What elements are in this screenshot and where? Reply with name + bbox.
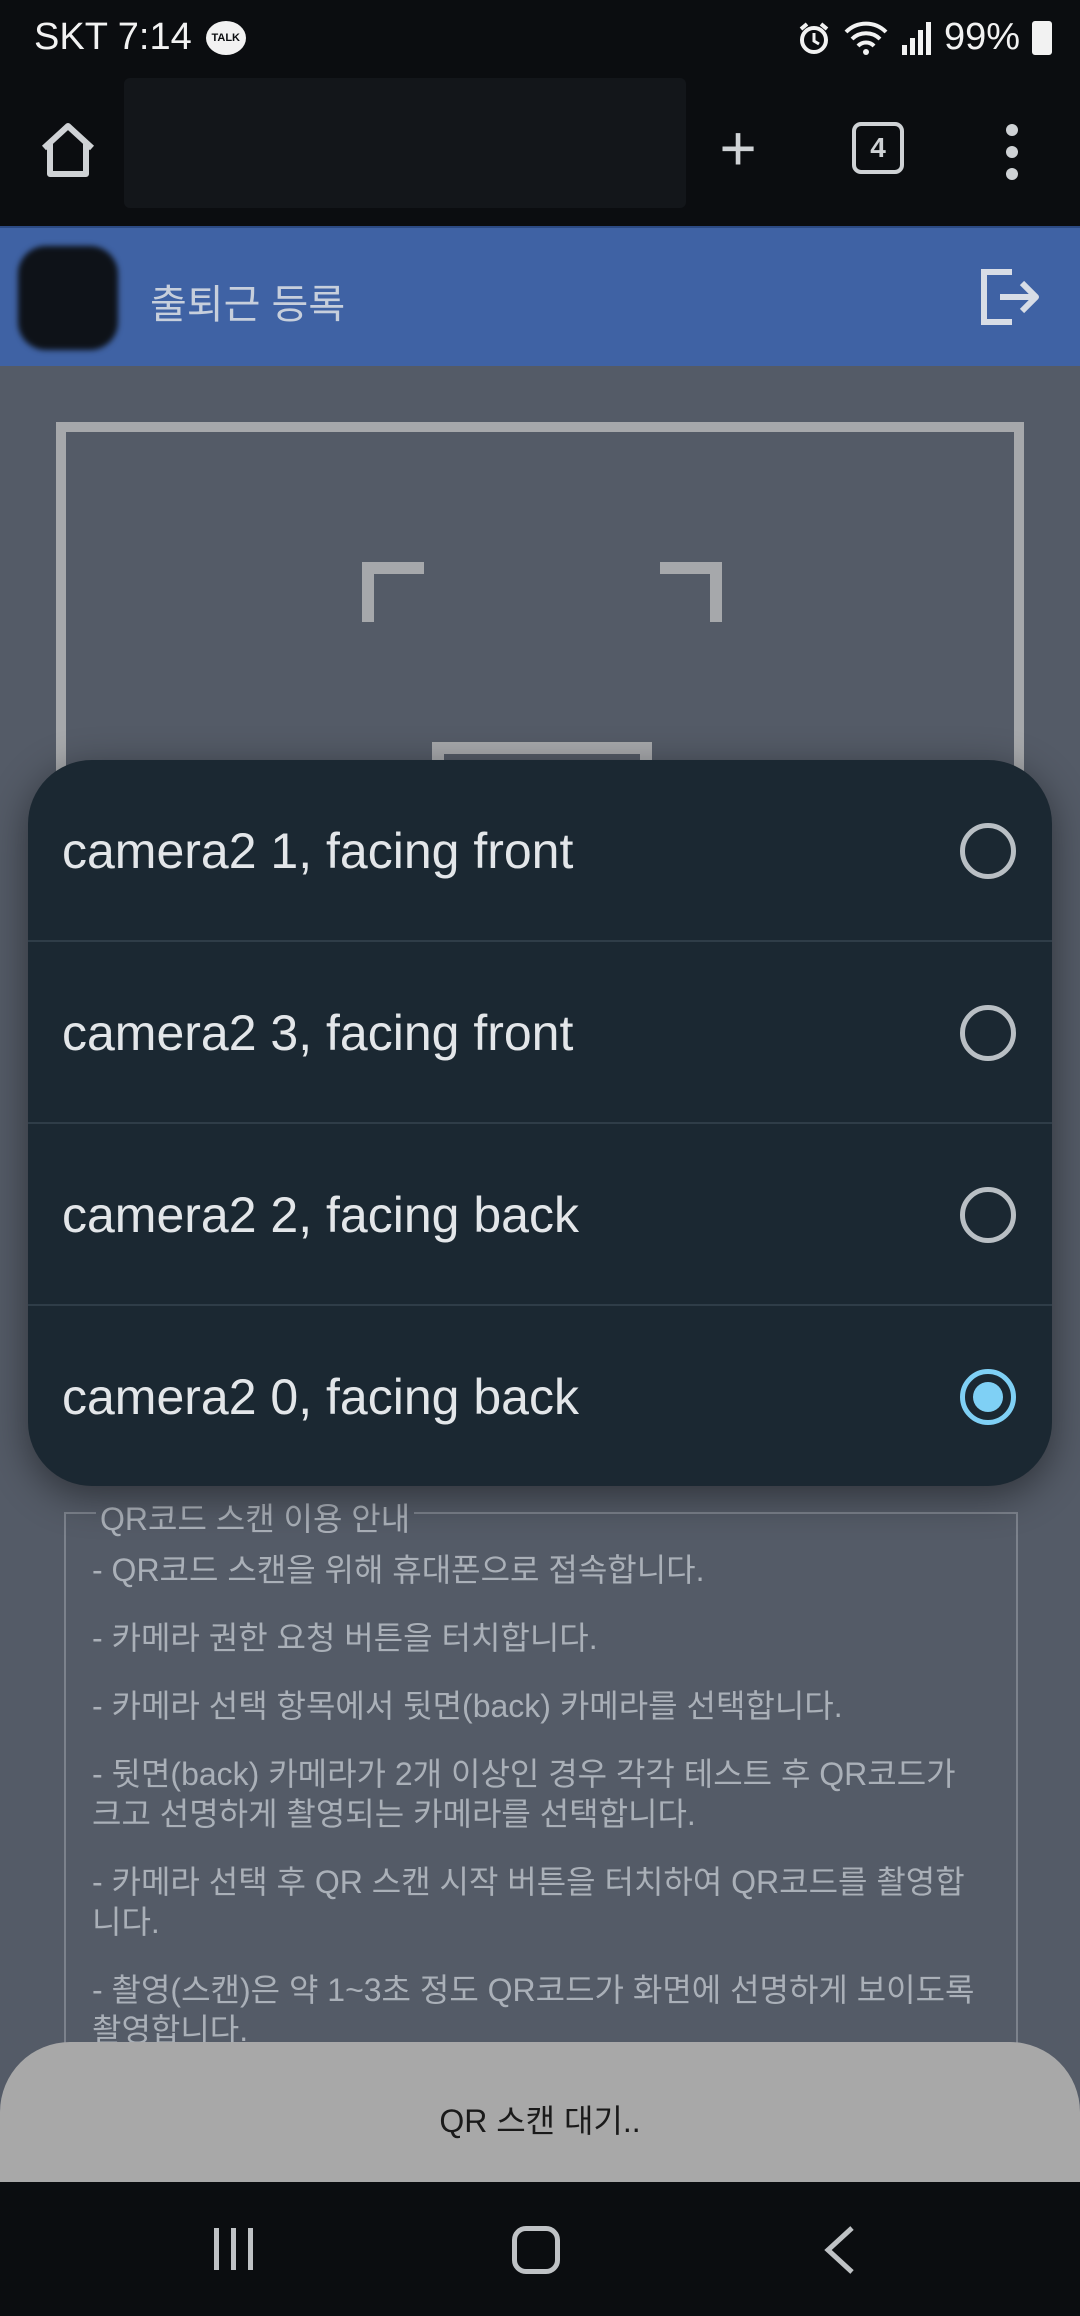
- radio-button[interactable]: [960, 1187, 1016, 1243]
- kakaotalk-icon: TALK: [205, 20, 246, 55]
- more-options-icon[interactable]: [990, 122, 1034, 182]
- radio-button[interactable]: [960, 1005, 1016, 1061]
- scan-status-bar: QR 스캔 대기..: [0, 2042, 1080, 2182]
- camera-option[interactable]: camera2 1, facing front: [28, 760, 1052, 942]
- guide-item: - 카메라 선택 항목에서 뒷면(back) 카메라를 선택합니다.: [92, 1688, 843, 1724]
- battery-percent: 99%: [943, 16, 1020, 58]
- guide-item: - 뒷면(back) 카메라가 2개 이상인 경우 각각 테스트 후 QR코드가…: [92, 1756, 956, 1832]
- camera-option-label: camera2 2, facing back: [62, 1187, 579, 1243]
- camera-option[interactable]: camera2 2, facing back: [28, 1124, 1052, 1306]
- camera-option-selected[interactable]: camera2 0, facing back: [28, 1306, 1052, 1486]
- camera-option-label: camera2 3, facing front: [62, 1005, 574, 1061]
- app-header: 출퇴근 등록: [0, 226, 1080, 366]
- page-title: 출퇴근 등록: [150, 283, 346, 327]
- guide-item: - 카메라 선택 후 QR 스캔 시작 버튼을 터치하여 QR코드를 촬영합니다…: [92, 1864, 965, 1940]
- status-right: 99%: [796, 16, 1052, 59]
- camera-option[interactable]: camera2 3, facing front: [28, 942, 1052, 1124]
- guide-legend: QR코드 스캔 이용 안내: [96, 1494, 415, 1540]
- scan-status-text: QR 스캔 대기..: [439, 2103, 641, 2139]
- radio-button-selected[interactable]: [960, 1369, 1016, 1425]
- browser-toolbar: + 4: [0, 78, 1080, 226]
- url-bar[interactable]: [124, 78, 686, 208]
- system-nav-bar: [0, 2182, 1080, 2316]
- recents-icon[interactable]: [212, 2226, 256, 2272]
- nav-home-icon[interactable]: [512, 2226, 560, 2274]
- signal-icon: [901, 21, 931, 55]
- radio-button[interactable]: [960, 823, 1016, 879]
- avatar: [18, 246, 118, 350]
- battery-icon: [1032, 20, 1052, 55]
- camera-option-label: camera2 1, facing front: [62, 823, 574, 879]
- logout-icon[interactable]: [978, 266, 1040, 328]
- wifi-icon: [844, 21, 888, 55]
- alarm-icon: [799, 21, 829, 54]
- camera-option-label: camera2 0, facing back: [62, 1369, 579, 1425]
- home-icon[interactable]: [36, 118, 100, 182]
- back-icon[interactable]: [820, 2224, 860, 2276]
- camera-select-dialog: camera2 1, facing front camera2 3, facin…: [28, 760, 1052, 1486]
- tab-switcher-button[interactable]: 4: [852, 122, 904, 174]
- status-bar: SKT 7:14 TALK 99%: [0, 0, 1080, 78]
- new-tab-button[interactable]: +: [706, 116, 770, 180]
- qr-guide: QR코드 스캔 이용 안내 - QR코드 스캔을 위해 휴대폰으로 접속합니다.…: [64, 1494, 1018, 2072]
- carrier-time: SKT 7:14: [34, 16, 192, 58]
- guide-item: - 촬영(스캔)은 약 1~3초 정도 QR코드가 화면에 선명하게 보이도록 …: [92, 1972, 975, 2048]
- guide-item: - 카메라 권한 요청 버튼을 터치합니다.: [92, 1620, 598, 1656]
- guide-item: - QR코드 스캔을 위해 휴대폰으로 접속합니다.: [92, 1552, 705, 1588]
- status-left: SKT 7:14 TALK: [34, 16, 246, 59]
